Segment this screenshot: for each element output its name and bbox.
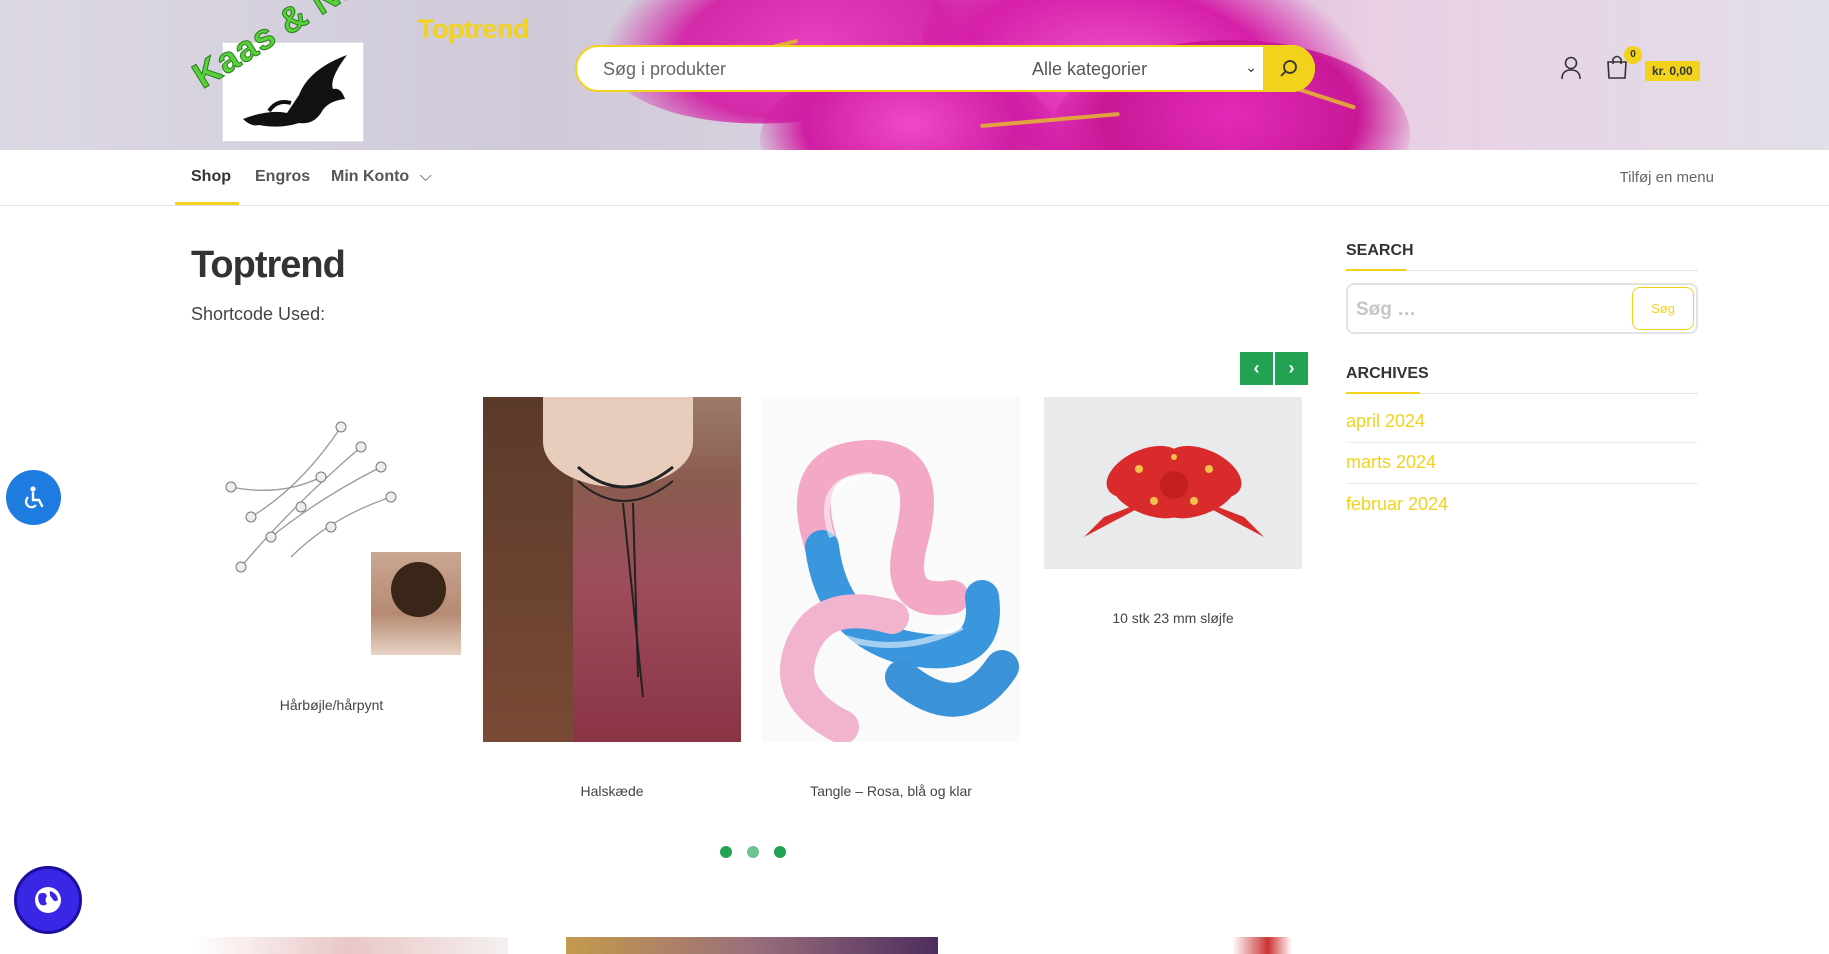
carousel-dot[interactable] <box>747 846 759 858</box>
sidebar-search-button[interactable]: Søg <box>1632 287 1694 330</box>
page-title: Toptrend <box>191 244 346 286</box>
carousel-next-button[interactable]: › <box>1275 352 1308 385</box>
carousel-prev-button[interactable]: ‹ <box>1240 352 1273 385</box>
archives-widget-title: ARCHIVES <box>1346 365 1429 382</box>
product-image[interactable] <box>483 397 741 742</box>
divider <box>1346 442 1698 443</box>
product-card[interactable]: Halskæde <box>483 397 741 807</box>
section-image-peek <box>566 937 938 954</box>
user-icon[interactable] <box>1560 56 1582 85</box>
section-image-peek <box>190 937 508 954</box>
archive-link[interactable]: februar 2024 <box>1346 494 1448 515</box>
divider <box>1346 483 1698 484</box>
product-name[interactable]: Tangle – Rosa, blå og klar <box>762 783 1020 799</box>
carousel-pagination <box>720 846 786 858</box>
category-select-value: Alle kategorier <box>1032 59 1148 79</box>
main-navigation: Shop Engros Min Konto ⌵ Tilføj en menu <box>0 150 1829 206</box>
nav-item-min-konto[interactable]: Min Konto ⌵ <box>331 168 432 186</box>
shortcode-text: Shortcode Used: <box>191 304 326 324</box>
archive-link[interactable]: april 2024 <box>1346 411 1425 432</box>
cart-total[interactable]: kr. 0,00 <box>1645 61 1700 81</box>
title-accent <box>1346 269 1406 271</box>
title-accent <box>1346 392 1420 394</box>
product-name[interactable]: Hårbøjle/hårpynt <box>191 697 472 713</box>
archive-link[interactable]: marts 2024 <box>1346 452 1436 473</box>
product-name[interactable]: Halskæde <box>483 783 741 799</box>
model-photo-inset <box>371 552 461 655</box>
active-nav-indicator <box>175 202 239 205</box>
site-header: Kaas & Nielsen Toptrend Søg i produkter … <box>0 0 1829 150</box>
search-button[interactable] <box>1263 45 1315 92</box>
chevron-right-icon: › <box>1288 358 1295 378</box>
product-image[interactable] <box>1044 397 1302 569</box>
product-card[interactable]: 10 stk 23 mm sløjfe <box>1044 397 1302 647</box>
product-card[interactable]: Tangle – Rosa, blå og klar <box>762 397 1020 807</box>
globe-icon <box>35 887 61 913</box>
chevron-down-icon: ⌵ <box>419 168 432 185</box>
nav-item-engros[interactable]: Engros <box>255 168 310 186</box>
search-icon <box>1280 59 1297 77</box>
category-select[interactable]: Alle kategorier ⌄ <box>1032 59 1257 80</box>
sidebar-search-input[interactable]: Søg … <box>1356 299 1416 321</box>
sidebar-search-form: Søg … Søg <box>1346 283 1698 334</box>
accessibility-button[interactable] <box>6 470 61 525</box>
product-image[interactable] <box>191 397 472 657</box>
section-image-peek <box>1232 937 1292 954</box>
product-image[interactable] <box>762 397 1020 742</box>
product-search-input[interactable]: Søg i produkter <box>603 59 726 80</box>
carousel-dot[interactable] <box>774 846 786 858</box>
language-button[interactable] <box>14 866 82 934</box>
product-search-form: Søg i produkter Alle kategorier ⌄ <box>575 45 1315 92</box>
carousel-dot[interactable] <box>720 846 732 858</box>
site-title[interactable]: Toptrend <box>418 14 529 45</box>
chevron-left-icon: ‹ <box>1253 358 1260 378</box>
nav-item-label: Min Konto <box>331 168 410 185</box>
nav-item-shop[interactable]: Shop <box>191 168 231 186</box>
site-logo[interactable]: Kaas & Nielsen <box>185 0 440 142</box>
accessibility-icon <box>24 485 43 508</box>
cart-count-badge: 0 <box>1624 46 1642 64</box>
search-widget-title: SEARCH <box>1346 242 1414 259</box>
add-menu-link[interactable]: Tilføj en menu <box>1620 169 1714 186</box>
product-card[interactable]: Hårbøjle/hårpynt <box>191 397 472 727</box>
product-name[interactable]: 10 stk 23 mm sløjfe <box>1044 610 1302 626</box>
chevron-down-icon: ⌄ <box>1245 59 1257 75</box>
